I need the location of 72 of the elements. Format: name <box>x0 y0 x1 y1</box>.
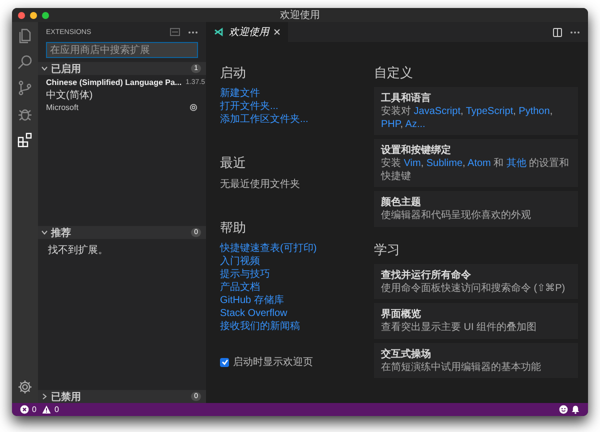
welcome-card[interactable]: 设置和按键绑定 安装 Vim, Sublime, Atom 和 其他 的设置和快捷键 <box>374 139 578 187</box>
card-title: 颜色主题 <box>381 195 422 209</box>
warning-count: 0 <box>54 405 59 414</box>
warning-icon[interactable] <box>42 405 52 414</box>
link[interactable]: Vim <box>404 158 421 169</box>
error-count: 0 <box>32 405 36 414</box>
card-title: 查找并运行所有命令 <box>381 268 472 282</box>
section-heading: 学习 <box>374 240 401 258</box>
link[interactable]: 接收我们的新闻稿 <box>220 320 300 333</box>
extensions-icon[interactable] <box>17 132 33 148</box>
link[interactable]: GitHub 存储库 <box>220 294 284 307</box>
link[interactable]: Python <box>518 106 550 117</box>
card-description: 安装对 JavaScript, TypeScript, Python, PHP, Az... <box>381 106 554 131</box>
close-button[interactable] <box>18 12 25 18</box>
smiley-icon[interactable] <box>559 405 568 414</box>
card-description: 查看突出显示主要 UI 组件的叠加图 <box>381 322 538 334</box>
zoom-button[interactable] <box>42 12 49 18</box>
link[interactable]: 新建文件 <box>220 87 260 100</box>
search-icon[interactable] <box>17 54 33 70</box>
extension-publisher: Microsoft <box>46 103 78 112</box>
welcome-card[interactable]: 工具和语言 安装对 JavaScript, TypeScript, Python, PHP, Az... <box>374 87 578 135</box>
checkbox-label: 启动时显示欢迎页 <box>233 356 313 369</box>
card-description: 安装 Vim, Sublime, Atom 和 其他 的设置和快捷键 <box>381 158 570 183</box>
empty-message: 无最近使用文件夹 <box>220 178 300 191</box>
close-icon[interactable] <box>274 29 280 35</box>
welcome-card[interactable]: 交互式操场 在简短演练中试用编辑器的基本功能 <box>374 342 578 378</box>
editor-tab[interactable]: 欢迎使用 <box>206 22 288 42</box>
section-heading: 帮助 <box>220 219 246 237</box>
checkbox[interactable] <box>220 358 229 366</box>
card-title: 交互式操场 <box>381 347 432 360</box>
link[interactable]: 快捷键速查表(可打印) <box>220 242 317 255</box>
more-icon[interactable] <box>570 30 580 34</box>
link[interactable]: Sublime <box>426 158 463 169</box>
link[interactable]: 入门视频 <box>220 255 260 268</box>
bell-icon[interactable] <box>571 405 580 414</box>
extension-name: Chinese (Simplified) Language Pa... <box>46 78 182 87</box>
section-heading: 自定义 <box>374 64 414 82</box>
section-heading: 最近 <box>220 154 246 172</box>
error-icon[interactable] <box>20 405 29 414</box>
card-description: 使用命令面板快速访问和搜索命令 (⇧⌘P) <box>381 282 566 295</box>
link[interactable]: TypeScript <box>466 106 514 117</box>
welcome-card[interactable]: 颜色主题 使编辑器和代码呈现你喜欢的外观 <box>374 191 578 226</box>
card-title: 界面概览 <box>381 308 422 321</box>
card-title: 设置和按键绑定 <box>381 143 452 157</box>
extension-description: 中文(简体) <box>46 88 94 102</box>
welcome-card[interactable]: 查找并运行所有命令 使用命令面板快速访问和搜索命令 (⇧⌘P) <box>374 264 578 299</box>
settings-icon[interactable] <box>17 379 33 395</box>
card-description: 在简短演练中试用编辑器的基本功能 <box>381 362 542 374</box>
link[interactable]: 其他 <box>506 158 526 169</box>
empty-message: 找不到扩展。 <box>47 244 109 258</box>
link[interactable]: 打开文件夹... <box>220 100 278 113</box>
minimize-button[interactable] <box>30 12 37 18</box>
welcome-card[interactable]: 界面概览 查看突出显示主要 UI 组件的叠加图 <box>374 303 578 338</box>
link[interactable]: JavaScript <box>414 106 460 117</box>
card-title: 工具和语言 <box>381 91 432 105</box>
link[interactable]: Stack Overflow <box>220 307 288 320</box>
section-heading: 启动 <box>220 64 246 82</box>
files-icon[interactable] <box>17 28 33 44</box>
link[interactable]: Az... <box>405 118 426 130</box>
more-icon[interactable] <box>188 30 198 34</box>
card-description: 使编辑器和代码呈现你喜欢的外观 <box>381 210 532 222</box>
search-field[interactable]: 在应用商店中搜索扩展 <box>46 42 198 58</box>
clear-icon[interactable] <box>170 28 180 36</box>
link[interactable]: 添加工作区文件夹... <box>220 113 308 126</box>
link[interactable]: PHP <box>381 118 400 130</box>
branch-icon[interactable] <box>17 80 33 96</box>
window-title: 欢迎使用 <box>280 8 320 22</box>
link[interactable]: 提示与技巧 <box>220 268 270 281</box>
split-editor-icon[interactable] <box>553 28 562 36</box>
link[interactable]: Atom <box>468 158 491 169</box>
link[interactable]: 产品文档 <box>220 281 260 294</box>
logo-icon <box>214 27 224 37</box>
